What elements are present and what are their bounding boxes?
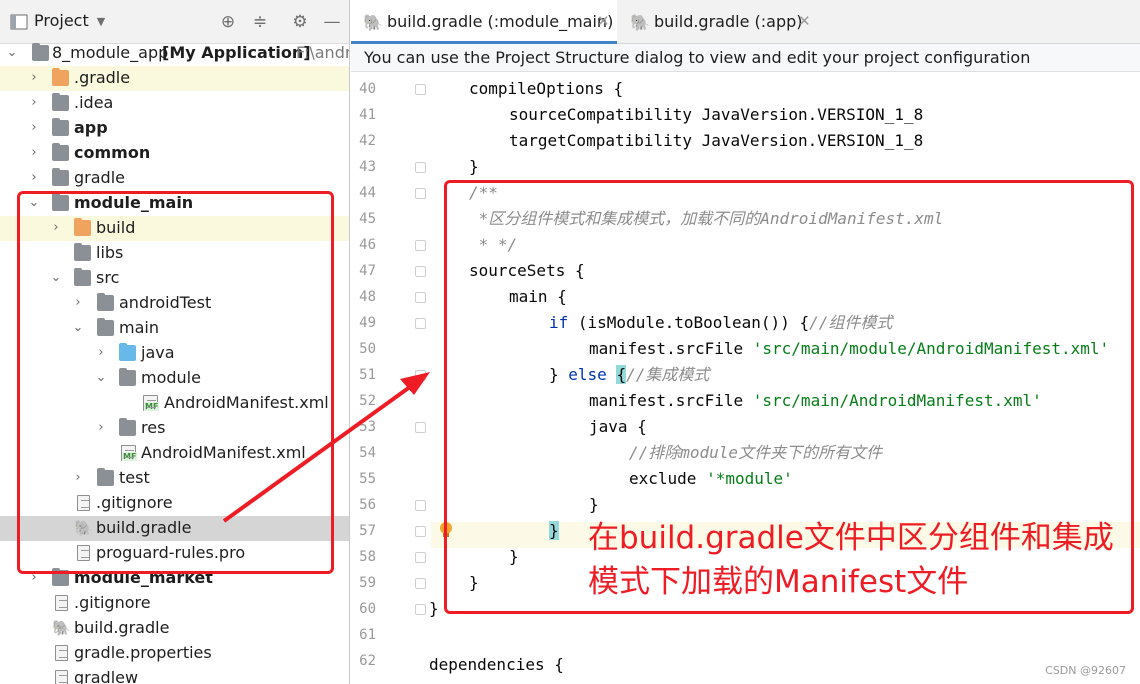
annotation-text: 在build.gradle文件中区分组件和集成模式下加载的Manifest文件 <box>588 520 1114 600</box>
watermark: CSDN @92607 <box>1045 664 1126 677</box>
